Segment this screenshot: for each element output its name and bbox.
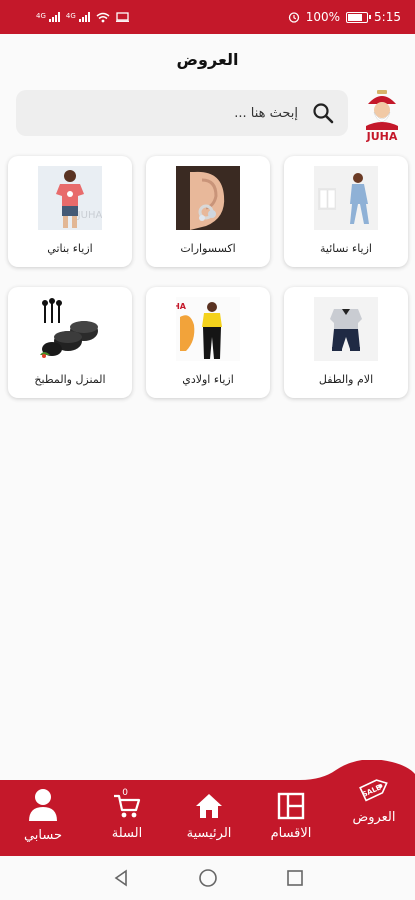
status-left: 4G 4G bbox=[36, 12, 129, 23]
search-icon[interactable] bbox=[312, 102, 334, 124]
screen-cast-icon bbox=[115, 12, 129, 22]
category-card-home-kitchen[interactable]: المنزل والمطبخ bbox=[8, 287, 132, 398]
signal-icon bbox=[78, 12, 90, 22]
home-icon bbox=[196, 794, 222, 818]
category-label: اكسسوارات bbox=[180, 242, 236, 255]
status-bar: 4G 4G 100% 5:15 bbox=[0, 0, 415, 34]
svg-text:JUHA: JUHA bbox=[366, 130, 398, 142]
recents-icon[interactable] bbox=[286, 869, 304, 887]
alarm-icon bbox=[288, 12, 299, 23]
category-label: المنزل والمطبخ bbox=[34, 373, 106, 386]
page-title: العروض bbox=[176, 50, 239, 69]
nav-label: الاقسام bbox=[270, 826, 312, 841]
wifi-icon bbox=[96, 12, 110, 22]
account-icon bbox=[29, 789, 57, 821]
sale-tag-icon: SALE bbox=[359, 779, 388, 802]
nav-label: العروض bbox=[352, 810, 396, 825]
system-navigation-bar bbox=[0, 856, 415, 900]
nav-label: حسابي bbox=[23, 828, 63, 843]
search-input[interactable] bbox=[58, 105, 298, 121]
categories-grid: ازياء نسائية اكسسوارات JUHA ازياء بناتي bbox=[8, 156, 408, 398]
nav-label: الرئيسية bbox=[186, 826, 232, 841]
nav-sections[interactable]: الاقسام bbox=[262, 792, 320, 841]
nav-label: السلة bbox=[111, 826, 143, 841]
nav-offers[interactable]: SALE العروض bbox=[346, 774, 402, 825]
category-card-accessories[interactable]: اكسسوارات bbox=[146, 156, 270, 267]
category-label: ازياء نسائية bbox=[320, 242, 372, 255]
baby-outfit-image bbox=[314, 297, 378, 361]
nav-account[interactable]: حسابي bbox=[18, 788, 68, 843]
women-fashion-image bbox=[314, 166, 378, 230]
sim2-network-label: 4G bbox=[65, 11, 76, 20]
back-icon[interactable] bbox=[112, 869, 130, 887]
cookware-set-image bbox=[38, 297, 102, 361]
kids-outfit-image: JUHA bbox=[176, 297, 240, 361]
battery-percent: 100% bbox=[305, 10, 341, 24]
cart-count-badge: 0 bbox=[122, 788, 128, 798]
svg-text:JUHA: JUHA bbox=[176, 302, 187, 311]
category-label: ازياء اولادي bbox=[182, 373, 234, 386]
category-card-mother-baby[interactable]: الام والطفل bbox=[284, 287, 408, 398]
bottom-navigation: SALE العروض الاقسام الرئيسية 0 السلة حسا… bbox=[0, 760, 415, 856]
status-right: 100% 5:15 bbox=[288, 10, 401, 24]
sections-icon bbox=[277, 792, 305, 820]
signal-icon bbox=[48, 12, 60, 22]
category-label: الام والطفل bbox=[318, 373, 374, 386]
home-circle-icon[interactable] bbox=[198, 868, 218, 888]
svg-text:JUHA: JUHA bbox=[77, 210, 102, 221]
category-card-boys-fashion[interactable]: JUHA ازياء اولادي bbox=[146, 287, 270, 398]
category-card-girls-fashion[interactable]: JUHA ازياء بناتي bbox=[8, 156, 132, 267]
brand-logo: JUHA bbox=[366, 90, 398, 142]
nav-cart[interactable]: 0 السلة bbox=[104, 788, 150, 841]
sim1-network-label: 4G bbox=[36, 11, 46, 20]
category-label: ازياء بناتي bbox=[47, 242, 93, 255]
battery-icon bbox=[346, 11, 372, 23]
girl-tshirt-image: JUHA bbox=[38, 166, 102, 230]
search-bar[interactable] bbox=[16, 90, 348, 136]
earring-image bbox=[176, 166, 240, 230]
clock: 5:15 bbox=[374, 10, 401, 24]
nav-home[interactable]: الرئيسية bbox=[178, 792, 240, 841]
category-card-women-fashion[interactable]: ازياء نسائية bbox=[284, 156, 408, 267]
